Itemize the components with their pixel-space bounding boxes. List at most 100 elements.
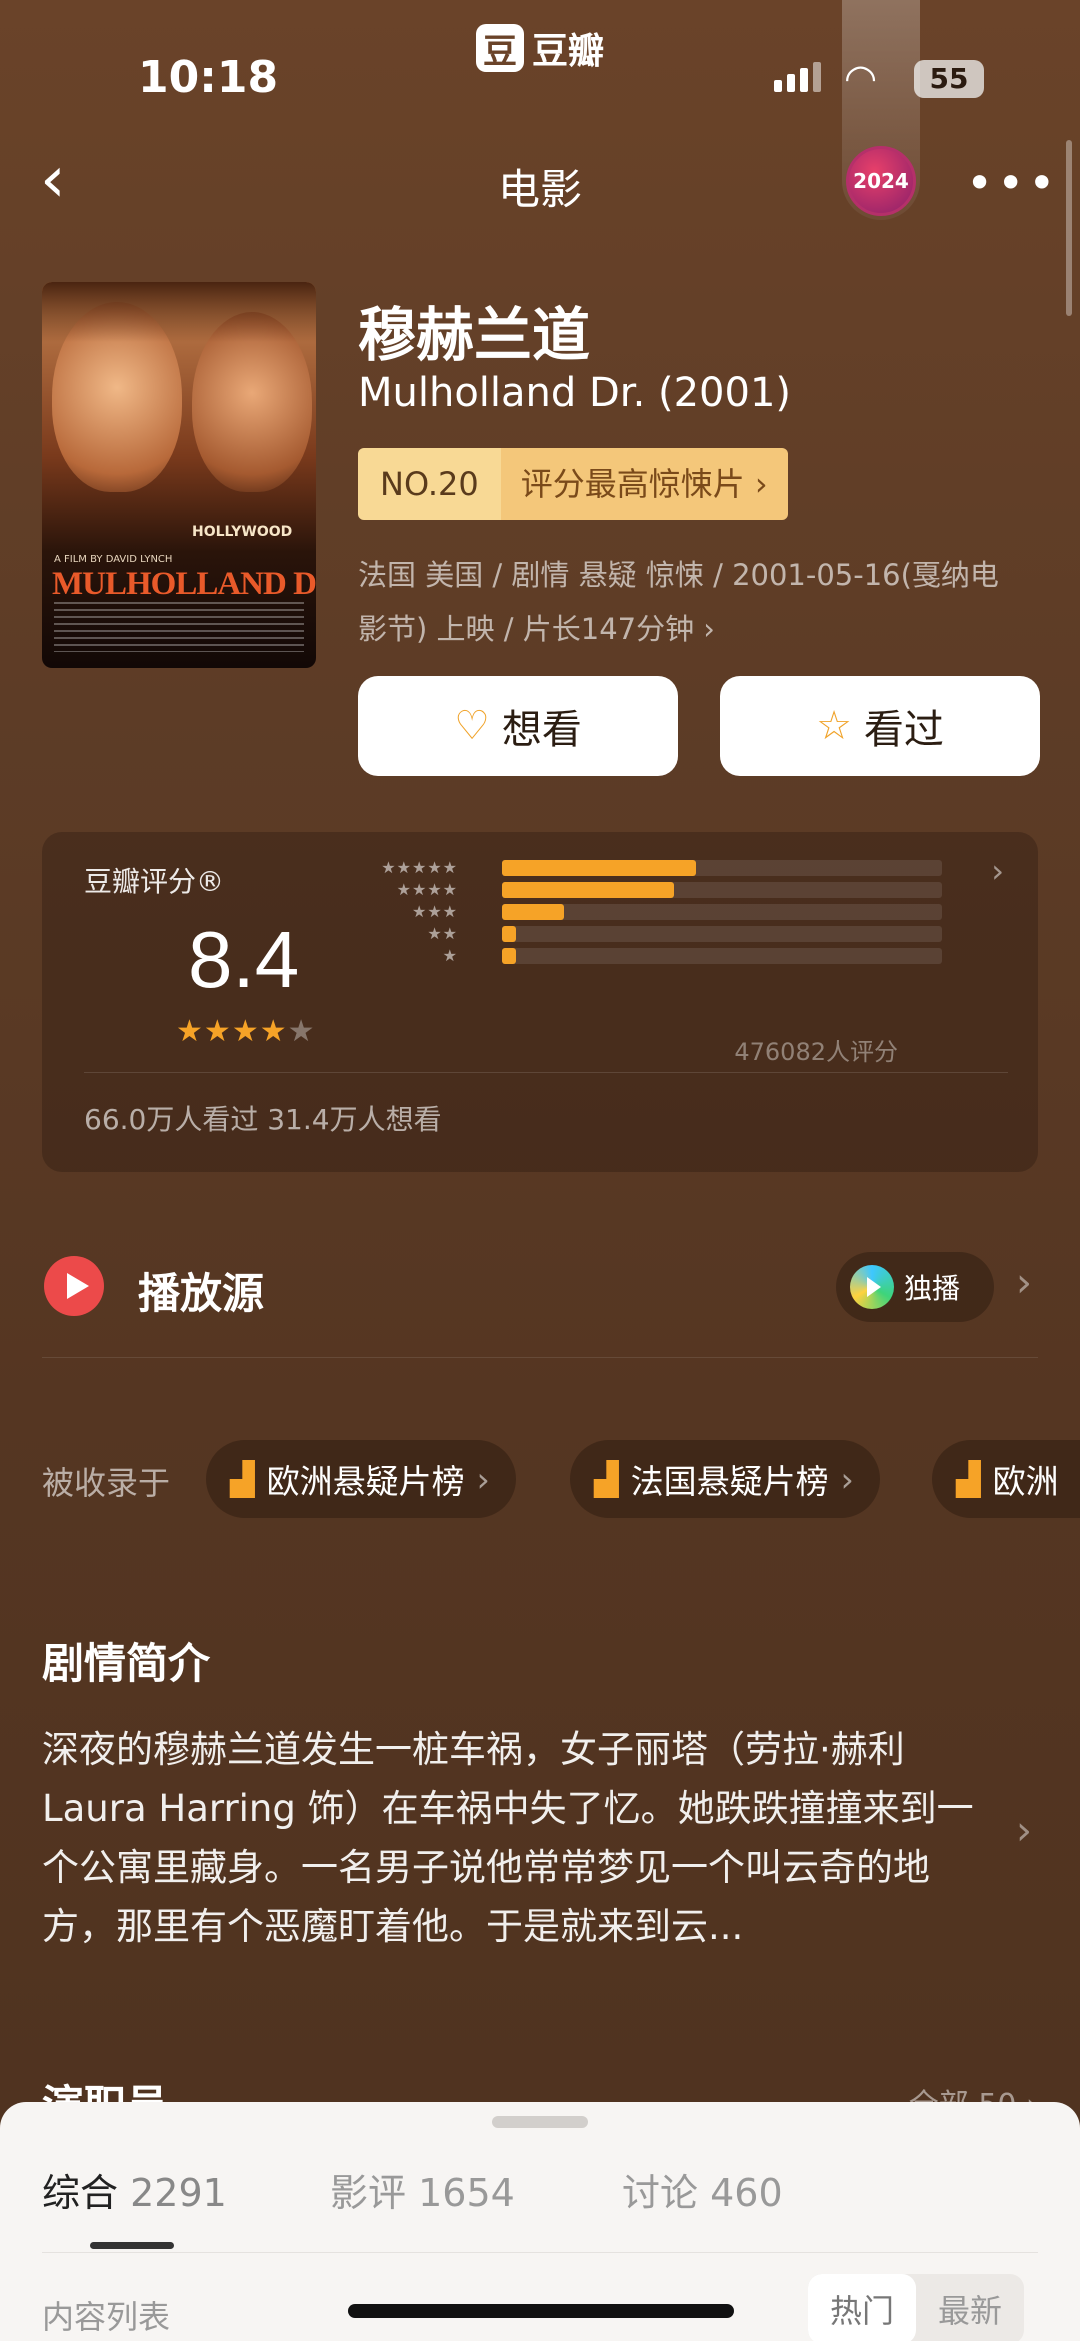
year-badge-label: 2024 bbox=[853, 169, 909, 193]
distribution-row: ★★ bbox=[350, 924, 942, 943]
distribution-stars-icon: ★★★★★ bbox=[381, 858, 458, 877]
cellular-signal-icon bbox=[774, 62, 821, 92]
distribution-track bbox=[502, 925, 942, 942]
sort-latest[interactable]: 最新 bbox=[916, 2274, 1024, 2341]
list-chip-france-mystery[interactable]: ▟ 法国悬疑片榜 › bbox=[570, 1440, 880, 1518]
distribution-stars-icon: ★ bbox=[442, 946, 458, 965]
distribution-row: ★★★★★ bbox=[350, 858, 942, 877]
chevron-right-icon: › bbox=[476, 1459, 490, 1499]
page-title: 电影 bbox=[497, 165, 582, 214]
play-source-label: 播放源 bbox=[138, 1269, 265, 1318]
rank-number: NO.20 bbox=[358, 448, 501, 520]
distribution-stars-icon: ★★ bbox=[427, 924, 458, 943]
want-to-watch-button[interactable]: ♡ 想看 bbox=[358, 676, 678, 776]
poster-credit: A FILM BY DAVID LYNCH bbox=[54, 554, 173, 565]
movie-title-en: Mulholland Dr. (2001) bbox=[358, 370, 792, 416]
want-label: 想看 bbox=[501, 707, 582, 753]
chevron-right-icon: › bbox=[840, 1459, 854, 1499]
rating-card[interactable]: 豆瓣评分® › 8.4 ★★★★★ ★★★★★ ★★★★ ★★★ ★★ ★ 476082… bbox=[42, 832, 1038, 1172]
rating-stars: ★★★★★ bbox=[176, 1014, 316, 1049]
douban-logo-icon: 豆 bbox=[476, 24, 524, 72]
tab-label: 讨论 bbox=[622, 2171, 699, 2215]
home-indicator[interactable] bbox=[348, 2304, 734, 2318]
more-dots-icon: ••• bbox=[966, 156, 1060, 210]
watch-stats: 66.0万人看过 31.4万人想看 bbox=[84, 1103, 442, 1136]
tab-label: 影评 bbox=[330, 2171, 407, 2215]
chevron-right-icon: › bbox=[991, 852, 1004, 890]
star-filled-icon: ★ bbox=[259, 1014, 288, 1049]
app-indicator[interactable]: 豆 豆瓣 bbox=[476, 22, 604, 74]
watched-button[interactable]: ☆ 看过 bbox=[720, 676, 1040, 776]
video-app-icon bbox=[850, 1265, 894, 1309]
more-button[interactable]: ••• bbox=[966, 156, 1059, 210]
synopsis-chevron-icon[interactable]: › bbox=[1016, 1808, 1032, 1854]
seen-label: 看过 bbox=[863, 707, 944, 753]
list-chip-label: 欧洲悬疑片榜 bbox=[266, 1462, 465, 1501]
exclusive-stream-chip[interactable]: 独播 bbox=[836, 1252, 994, 1322]
distribution-bar bbox=[502, 947, 516, 964]
movie-detail-page: 10:18 豆 豆瓣 ◠ 55 ‹ 电影 2024 ••• HOLLYWOOD … bbox=[0, 0, 1080, 2341]
distribution-row: ★★★ bbox=[350, 902, 942, 921]
play-source-chevron-icon[interactable]: › bbox=[1016, 1260, 1032, 1306]
tab-label: 综合 bbox=[42, 2171, 119, 2215]
status-time: 10:18 bbox=[138, 52, 279, 103]
divider bbox=[42, 2252, 1038, 2253]
active-tab-indicator bbox=[90, 2242, 174, 2249]
rating-count: 476082人评分 bbox=[734, 1038, 898, 1066]
star-empty-icon: ★ bbox=[287, 1014, 316, 1049]
poster-shade bbox=[42, 282, 316, 342]
ranking-icon: ▟ bbox=[230, 1460, 255, 1498]
battery-indicator: 55 bbox=[914, 60, 984, 98]
distribution-track bbox=[502, 947, 942, 964]
rating-score: 8.4 bbox=[188, 915, 300, 1004]
exclusive-label: 独播 bbox=[904, 1272, 961, 1305]
tab-overview[interactable]: 综合 2291 bbox=[42, 2162, 227, 2217]
divider bbox=[84, 1072, 1008, 1073]
distribution-bar bbox=[502, 881, 674, 898]
poster-billing-block bbox=[54, 602, 304, 652]
rating-label: 豆瓣评分® bbox=[84, 865, 225, 898]
tab-reviews[interactable]: 影评 1654 bbox=[330, 2162, 515, 2217]
star-filled-icon: ★ bbox=[203, 1014, 232, 1049]
divider bbox=[42, 1357, 1038, 1358]
distribution-stars-icon: ★★★ bbox=[411, 902, 458, 921]
content-list-label: 内容列表 bbox=[42, 2298, 171, 2336]
distribution-bar bbox=[502, 925, 516, 942]
list-chip-europe-mystery[interactable]: ▟ 欧洲悬疑片榜 › bbox=[206, 1440, 516, 1518]
list-chip-label: 欧洲 bbox=[992, 1462, 1059, 1501]
year-badge-button[interactable]: 2024 bbox=[846, 146, 916, 216]
app-name: 豆瓣 bbox=[532, 31, 605, 72]
star-icon: ☆ bbox=[816, 703, 852, 749]
distribution-track bbox=[502, 859, 942, 876]
distribution-stars-icon: ★★★★ bbox=[396, 880, 458, 899]
rank-label: 评分最高惊悚片 › bbox=[500, 448, 788, 520]
tab-count: 460 bbox=[710, 2171, 783, 2215]
rank-tag[interactable]: NO.20 评分最高惊悚片 › bbox=[358, 448, 788, 520]
included-lists-label: 被收录于 bbox=[42, 1464, 171, 1502]
distribution-bar bbox=[502, 903, 564, 920]
poster-hollywood-sign: HOLLYWOOD bbox=[192, 524, 293, 540]
star-filled-icon: ★ bbox=[176, 1014, 204, 1049]
tab-count: 1654 bbox=[418, 2171, 515, 2215]
distribution-bar bbox=[502, 859, 696, 876]
heart-plus-icon: ♡ bbox=[454, 703, 490, 749]
list-chip-label: 法国悬疑片榜 bbox=[630, 1462, 829, 1501]
distribution-track bbox=[502, 881, 942, 898]
synopsis-text[interactable]: 深夜的穆赫兰道发生一桩车祸，女子丽塔（劳拉·赫利 Laura Harring 饰… bbox=[42, 1720, 992, 1956]
sheet-drag-handle[interactable] bbox=[492, 2116, 588, 2128]
distribution-row: ★ bbox=[350, 946, 942, 965]
synopsis-title: 剧情简介 bbox=[42, 1639, 211, 1688]
sort-toggle[interactable]: 热门 最新 bbox=[808, 2274, 1025, 2341]
movie-poster[interactable]: HOLLYWOOD A FILM BY DAVID LYNCH MULHOLLA… bbox=[42, 282, 316, 668]
ranking-icon: ▟ bbox=[594, 1460, 619, 1498]
sort-hot[interactable]: 热门 bbox=[808, 2274, 917, 2341]
distribution-track bbox=[502, 903, 942, 920]
tab-discussion[interactable]: 讨论 460 bbox=[622, 2162, 783, 2217]
movie-meta[interactable]: 法国 美国 / 剧情 悬疑 惊悚 / 2001-05-16(戛纳电影节) 上映 … bbox=[358, 548, 1018, 656]
ranking-icon: ▟ bbox=[956, 1460, 981, 1498]
poster-title: MULHOLLAND DRIVE bbox=[52, 566, 316, 602]
star-filled-icon: ★ bbox=[231, 1014, 260, 1049]
tab-count: 2291 bbox=[130, 2171, 227, 2215]
play-source-icon bbox=[44, 1256, 104, 1316]
list-chip-europe[interactable]: ▟ 欧洲 bbox=[932, 1440, 1080, 1518]
